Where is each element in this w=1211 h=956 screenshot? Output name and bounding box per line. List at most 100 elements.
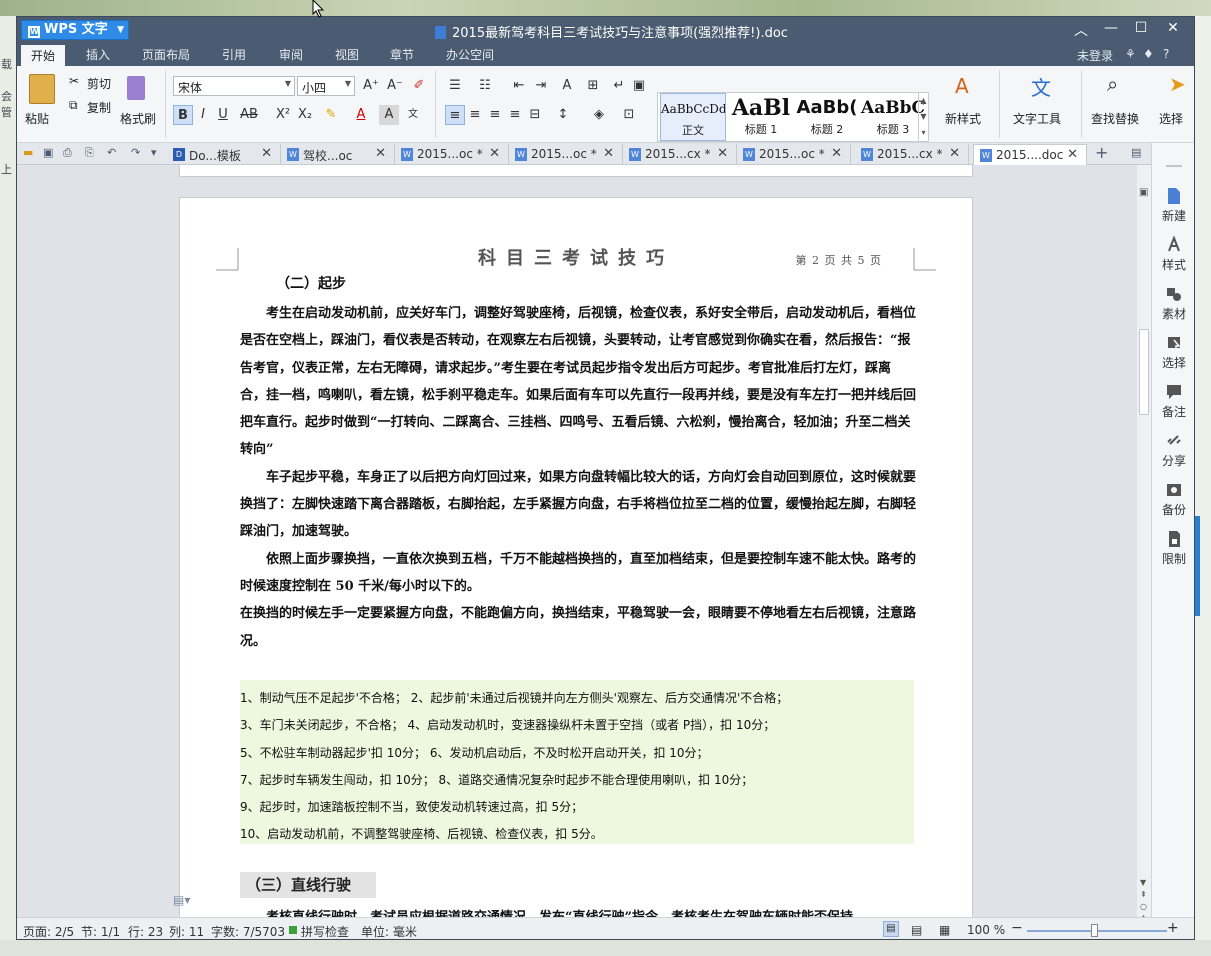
zoom-level[interactable]: 100 % [967, 923, 1005, 937]
tab-view[interactable]: 视图 [335, 46, 359, 63]
show-marks-icon[interactable]: ▣ [629, 76, 649, 96]
scroll-thumb[interactable] [1139, 329, 1149, 415]
login-status[interactable]: 未登录 [1077, 47, 1113, 64]
close-tab-icon[interactable]: ✕ [1067, 147, 1078, 162]
zoom-in-icon[interactable]: + [1167, 920, 1179, 936]
close-tab-icon[interactable]: ✕ [831, 146, 842, 161]
status-page[interactable]: 页面: 2/5 [23, 923, 74, 939]
sidebar-backup[interactable]: 备份 [1152, 481, 1194, 518]
status-word-count[interactable]: 字数: 7/5703 [211, 923, 285, 939]
table-icon[interactable]: ⊞ [583, 76, 603, 96]
tab-list-icon[interactable]: ▤ [1131, 146, 1141, 159]
select-button[interactable]: 选择 [1159, 110, 1183, 127]
zoom-out-icon[interactable]: − [1011, 920, 1023, 936]
style-gallery-scroll[interactable]: ▲ ▼ ▾ [918, 93, 928, 141]
ribbon-collapse-button[interactable]: ︿ [1069, 20, 1093, 40]
sidebar-select[interactable]: 选择 [1152, 334, 1194, 371]
borders-icon[interactable]: ⊡ [619, 105, 639, 125]
paragraph-handle-icon[interactable]: ▤▾ [173, 893, 190, 907]
style-normal[interactable]: AaBbCcDd 正文 [660, 93, 726, 141]
close-button[interactable]: ✕ [1161, 20, 1185, 36]
help-button[interactable]: ? [1163, 47, 1169, 61]
text-tools-button[interactable]: 文字工具 [1013, 110, 1061, 127]
superscript-button[interactable]: X² [273, 105, 293, 125]
char-shading-icon[interactable]: A [379, 105, 399, 125]
format-painter-button[interactable]: 格式刷 [120, 110, 156, 127]
close-tab-icon[interactable]: ✕ [603, 146, 614, 161]
close-tab-icon[interactable]: ✕ [261, 146, 272, 161]
doc-tab[interactable]: W 2015...oc * ✕ [737, 144, 851, 165]
sidebar-restrict[interactable]: 限制 [1152, 530, 1194, 567]
underline-button[interactable]: U [213, 105, 233, 125]
open-folder-icon[interactable]: ▬ [23, 146, 33, 159]
style-heading-1[interactable]: AaBl 标题 1 [728, 93, 794, 141]
sidebar-share[interactable]: 分享 [1152, 432, 1194, 469]
zoom-slider-knob[interactable] [1091, 924, 1098, 937]
tab-review[interactable]: 审阅 [279, 46, 303, 63]
cut-button[interactable]: 剪切 [87, 75, 111, 92]
skin-icon[interactable]: ⚘ [1125, 47, 1136, 61]
numbering-icon[interactable]: ☷ [475, 76, 495, 96]
maximize-button[interactable]: ☐ [1129, 20, 1153, 36]
page-view-icon[interactable]: ▤ [883, 921, 899, 937]
print-preview-icon[interactable]: ⎘ [85, 146, 94, 160]
paste-icon[interactable] [29, 74, 55, 104]
increase-indent-icon[interactable]: ⇥ [531, 76, 551, 96]
bold-button[interactable]: B [173, 105, 193, 125]
new-style-button[interactable]: 新样式 [945, 110, 981, 127]
tab-home[interactable]: 开始 [21, 45, 66, 66]
sidebar-notes[interactable]: 备注 [1152, 383, 1194, 420]
clear-format-icon[interactable]: ✐ [409, 76, 429, 96]
scroll-top-icon[interactable]: ▣ [1139, 187, 1148, 198]
print-icon[interactable]: ⎙ [63, 146, 72, 160]
font-size-select[interactable]: 小四 ▼ [297, 76, 355, 96]
tab-references[interactable]: 引用 [222, 46, 246, 63]
align-left-button[interactable]: ≡ [445, 105, 465, 125]
doc-tab[interactable]: W 2015...cx * ✕ [855, 144, 969, 165]
paste-button[interactable]: 粘贴 [25, 110, 49, 127]
find-replace-button[interactable]: 查找替换 [1091, 110, 1139, 127]
text-direction-icon[interactable]: A [557, 76, 577, 96]
line-spacing-icon[interactable]: ↕ [553, 105, 573, 125]
format-painter-icon[interactable] [127, 76, 145, 100]
align-right-button[interactable]: ≡ [485, 105, 505, 125]
doc-tab[interactable]: W 2015...cx * ✕ [623, 144, 737, 165]
close-tab-icon[interactable]: ✕ [949, 146, 960, 161]
close-tab-icon[interactable]: ✕ [489, 146, 500, 161]
font-name-select[interactable]: 宋体 ▼ [173, 76, 295, 96]
tab-insert[interactable]: 插入 [86, 46, 110, 63]
tab-office-space[interactable]: 办公空间 [446, 46, 494, 63]
wps-menu-button[interactable]: W WPS 文字 ▼ [21, 20, 129, 40]
document-page[interactable]: 科目三考试技巧 第 2 页 共 5 页 （二）起步 考生在启动发动机前，应关好车… [179, 197, 973, 927]
bullets-icon[interactable]: ☰ [445, 76, 465, 96]
doc-tab[interactable]: W 2015...oc * ✕ [509, 144, 623, 165]
customize-qa-icon[interactable]: ▾ [151, 146, 157, 159]
strikethrough-button[interactable]: AB [237, 105, 261, 125]
web-view-icon[interactable]: ▦ [939, 923, 950, 937]
tab-page-layout[interactable]: 页面布局 [142, 46, 190, 63]
close-tab-icon[interactable]: ✕ [717, 146, 728, 161]
justify-button[interactable]: ≡ [505, 105, 525, 125]
decrease-indent-icon[interactable]: ⇤ [509, 76, 529, 96]
sidebar-new[interactable]: 新建 [1152, 187, 1194, 224]
copy-button[interactable]: 复制 [87, 99, 111, 116]
highlight-icon[interactable]: ✎ [321, 105, 341, 125]
align-center-button[interactable]: ≡ [465, 105, 485, 125]
grow-font-icon[interactable]: A⁺ [361, 76, 381, 96]
sidebar-styles[interactable]: 样式 [1152, 236, 1194, 273]
close-tab-icon[interactable]: ✕ [375, 146, 386, 161]
redo-icon[interactable]: ↷ [131, 146, 140, 159]
vertical-scrollbar[interactable]: ▣ ▼⇞○⇟ [1137, 165, 1151, 923]
shading-icon[interactable]: ◈ [589, 105, 609, 125]
tab-chapter[interactable]: 章节 [390, 46, 414, 63]
paragraph-mark-icon[interactable]: ↵ [609, 76, 629, 96]
doc-tab[interactable]: W 驾校...oc ✕ [281, 144, 395, 165]
distributed-button[interactable]: ⊟ [525, 105, 545, 125]
doc-tab-active[interactable]: W 2015....doc ✕ [973, 144, 1087, 165]
doc-tab[interactable]: W 2015...oc * ✕ [395, 144, 509, 165]
undo-icon[interactable]: ↶ [107, 146, 116, 159]
italic-button[interactable]: I [193, 105, 213, 125]
outline-view-icon[interactable]: ▤ [911, 923, 922, 937]
style-heading-3[interactable]: AaBbC 标题 3 [860, 93, 926, 141]
subscript-button[interactable]: X₂ [295, 105, 315, 125]
